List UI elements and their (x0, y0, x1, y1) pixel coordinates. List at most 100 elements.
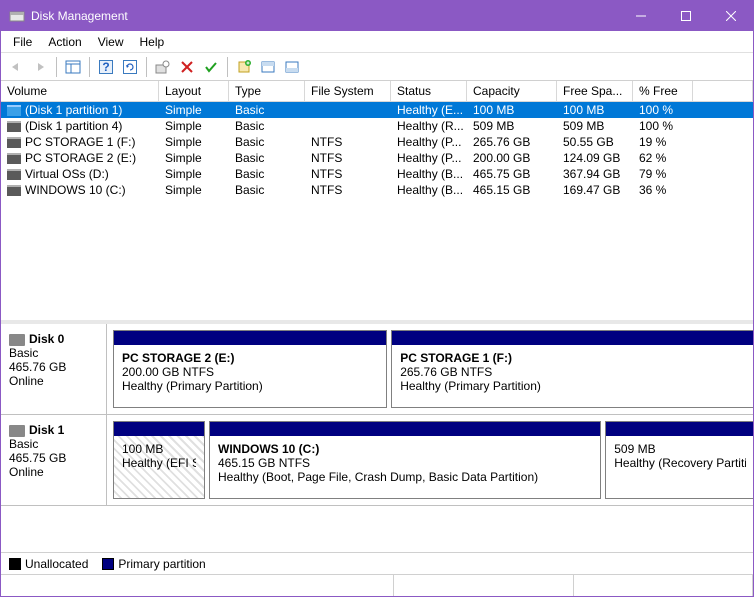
volume-cell-type: Basic (229, 150, 305, 166)
volume-cell-status: Healthy (B... (391, 182, 467, 198)
disk-size: 465.75 GB (9, 451, 98, 465)
disk-row: Disk 1Basic465.75 GBOnline100 MBHealthy … (1, 415, 753, 506)
volume-name: (Disk 1 partition 4) (25, 119, 122, 133)
volume-cell-capacity: 200.00 GB (467, 150, 557, 166)
partition-size: 509 MB (614, 442, 746, 456)
view-top-button[interactable] (257, 56, 279, 78)
drive-icon (7, 137, 21, 148)
partition-box[interactable]: 100 MBHealthy (EFI System (113, 421, 205, 499)
help-button[interactable]: ? (95, 56, 117, 78)
volume-cell-fs (305, 102, 391, 118)
volume-cell-free: 367.94 GB (557, 166, 633, 182)
disk-name: Disk 0 (29, 332, 64, 346)
back-button[interactable] (5, 56, 27, 78)
partition-body: PC STORAGE 1 (F:)265.76 GB NTFSHealthy (… (392, 345, 753, 407)
volume-row[interactable]: PC STORAGE 2 (E:)SimpleBasicNTFSHealthy … (1, 150, 753, 166)
disk-icon (9, 334, 25, 346)
separator (146, 57, 147, 77)
volume-cell-capacity: 265.76 GB (467, 134, 557, 150)
partition-stripe (114, 422, 204, 436)
volume-cell-free: 100 MB (557, 102, 633, 118)
volume-cell-fs: NTFS (305, 182, 391, 198)
volume-cell-layout: Simple (159, 150, 229, 166)
partition-status: Healthy (EFI System (122, 456, 196, 470)
content-area: VolumeLayoutTypeFile SystemStatusCapacit… (1, 81, 753, 574)
volume-cell-status: Healthy (R... (391, 118, 467, 134)
status-pane (394, 575, 573, 596)
legend-swatch (102, 558, 114, 570)
maximize-button[interactable] (663, 1, 708, 31)
menu-file[interactable]: File (5, 33, 40, 51)
disk-label[interactable]: Disk 0Basic465.76 GBOnline (1, 324, 107, 414)
column-header-layout[interactable]: Layout (159, 81, 229, 102)
volume-name: WINDOWS 10 (C:) (25, 183, 126, 197)
disk-type: Basic (9, 437, 98, 451)
new-partition-button[interactable] (233, 56, 255, 78)
drive-icon (7, 121, 21, 132)
partition-box[interactable]: WINDOWS 10 (C:)465.15 GB NTFSHealthy (Bo… (209, 421, 601, 499)
legend: UnallocatedPrimary partition (1, 552, 753, 574)
volume-cell-fs: NTFS (305, 134, 391, 150)
disk-row: Disk 0Basic465.76 GBOnlinePC STORAGE 2 (… (1, 324, 753, 415)
show-hide-console-button[interactable] (62, 56, 84, 78)
menu-view[interactable]: View (90, 33, 132, 51)
volume-cell-capacity: 465.75 GB (467, 166, 557, 182)
partition-name: PC STORAGE 2 (E:) (122, 351, 378, 365)
menu-help[interactable]: Help (132, 33, 173, 51)
volume-cell-capacity: 509 MB (467, 118, 557, 134)
column-header-status[interactable]: Status (391, 81, 467, 102)
minimize-button[interactable] (618, 1, 663, 31)
volume-cell-type: Basic (229, 166, 305, 182)
disk-type: Basic (9, 346, 98, 360)
partition-box[interactable]: PC STORAGE 1 (F:)265.76 GB NTFSHealthy (… (391, 330, 753, 408)
volume-cell-pct: 36 % (633, 182, 693, 198)
volume-cell-capacity: 100 MB (467, 102, 557, 118)
partition-name: WINDOWS 10 (C:) (218, 442, 592, 456)
partition-status: Healthy (Primary Partition) (122, 379, 378, 393)
volume-cell-pct: 100 % (633, 118, 693, 134)
column-header-capacity[interactable]: Capacity (467, 81, 557, 102)
volume-row[interactable]: (Disk 1 partition 1)SimpleBasicHealthy (… (1, 102, 753, 118)
column-header-free[interactable]: Free Spa... (557, 81, 633, 102)
volume-cell-volume: (Disk 1 partition 4) (1, 118, 159, 134)
volume-cell-volume: Virtual OSs (D:) (1, 166, 159, 182)
status-pane (574, 575, 753, 596)
column-header-type[interactable]: Type (229, 81, 305, 102)
separator (89, 57, 90, 77)
column-header-volume[interactable]: Volume (1, 81, 159, 102)
column-header-fs[interactable]: File System (305, 81, 391, 102)
volume-list[interactable]: VolumeLayoutTypeFile SystemStatusCapacit… (1, 81, 753, 324)
menu-action[interactable]: Action (40, 33, 89, 51)
apply-button[interactable] (200, 56, 222, 78)
volume-row[interactable]: PC STORAGE 1 (F:)SimpleBasicNTFSHealthy … (1, 134, 753, 150)
volume-row[interactable]: (Disk 1 partition 4)SimpleBasicHealthy (… (1, 118, 753, 134)
volume-cell-volume: WINDOWS 10 (C:) (1, 182, 159, 198)
window-title: Disk Management (31, 9, 618, 23)
column-header-pct[interactable]: % Free (633, 81, 693, 102)
volume-list-header: VolumeLayoutTypeFile SystemStatusCapacit… (1, 81, 753, 102)
volume-row[interactable]: Virtual OSs (D:)SimpleBasicNTFSHealthy (… (1, 166, 753, 182)
disk-icon (9, 425, 25, 437)
refresh-button[interactable] (119, 56, 141, 78)
disk-label[interactable]: Disk 1Basic465.75 GBOnline (1, 415, 107, 505)
close-button[interactable] (708, 1, 753, 31)
volume-cell-layout: Simple (159, 134, 229, 150)
drive-icon (7, 105, 21, 116)
partition-size: 200.00 GB NTFS (122, 365, 378, 379)
volume-row[interactable]: WINDOWS 10 (C:)SimpleBasicNTFSHealthy (B… (1, 182, 753, 198)
volume-cell-free: 124.09 GB (557, 150, 633, 166)
volume-cell-pct: 19 % (633, 134, 693, 150)
forward-button[interactable] (29, 56, 51, 78)
partition-size: 100 MB (122, 442, 196, 456)
volume-cell-free: 169.47 GB (557, 182, 633, 198)
volume-cell-layout: Simple (159, 182, 229, 198)
disk-state: Online (9, 465, 98, 479)
delete-button[interactable] (176, 56, 198, 78)
partition-box[interactable]: 509 MBHealthy (Recovery Partition) (605, 421, 753, 499)
partition-box[interactable]: PC STORAGE 2 (E:)200.00 GB NTFSHealthy (… (113, 330, 387, 408)
toolbar: ? (1, 53, 753, 81)
view-bottom-button[interactable] (281, 56, 303, 78)
separator (56, 57, 57, 77)
settings-button[interactable] (152, 56, 174, 78)
partition-stripe (392, 331, 753, 345)
